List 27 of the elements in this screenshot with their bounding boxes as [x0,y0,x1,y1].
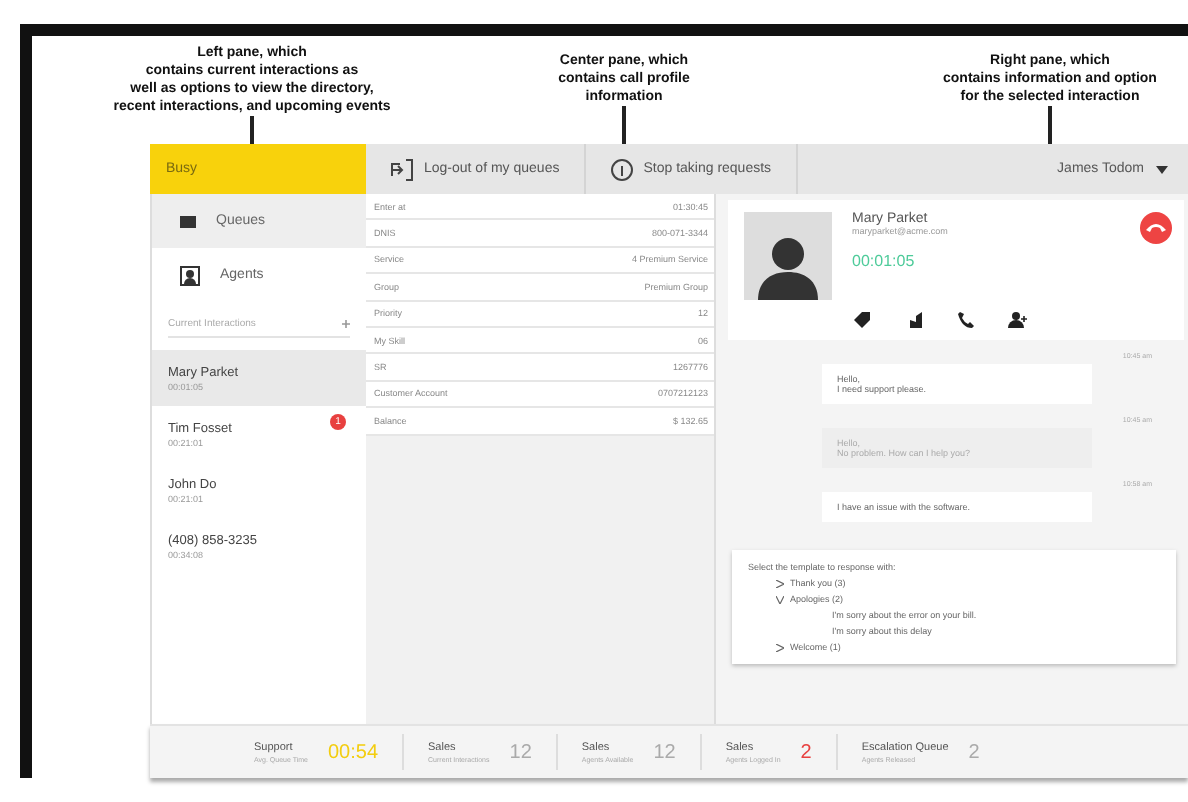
stat-value: 00:54 [327,741,379,763]
add-person-icon [1008,310,1028,330]
stat-value: 2 [968,741,980,763]
hang-up-button[interactable] [1140,212,1172,244]
dropdown-caret-icon [1156,165,1168,173]
call-timer: 00:01:05 [852,252,917,270]
info-icon [609,155,634,183]
add-person-button[interactable] [1008,310,1028,330]
expand-icon[interactable] [342,320,350,328]
caret-right-icon [776,643,784,651]
phone-icon [1146,222,1166,234]
stat-value: 12 [509,741,532,763]
phone-icon [956,310,976,330]
stat-value: 2 [800,741,812,763]
agent-icon [180,265,200,285]
caret-right-icon [776,579,784,587]
tag-icon [852,310,872,330]
annotation-line [250,116,254,144]
person-silhouette-icon [754,232,822,300]
phone-button[interactable] [956,310,976,330]
tag-button[interactable] [852,310,872,330]
logout-icon [390,155,414,183]
annotation-line [622,106,626,144]
caret-down-icon [776,595,784,603]
queue-icon [180,215,196,227]
annotation-line [1048,106,1052,144]
stat-value: 12 [653,741,676,763]
